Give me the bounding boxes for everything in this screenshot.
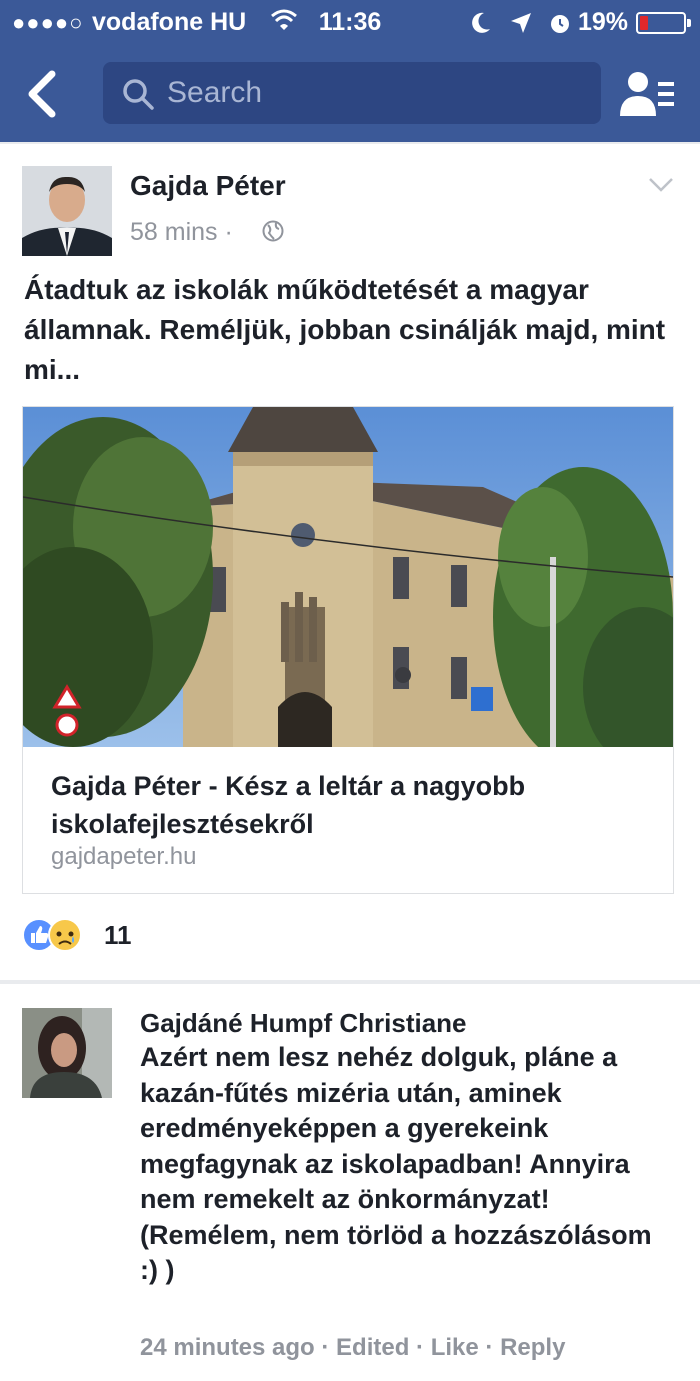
school-building-photo	[23, 407, 673, 747]
search-icon	[123, 79, 154, 110]
avatar[interactable]	[22, 1008, 112, 1098]
link-title[interactable]: Gajda Péter - Kész a leltár a nagyobb is…	[51, 767, 651, 843]
link-preview[interactable]: Gajda Péter - Kész a leltár a nagyobb is…	[22, 406, 674, 894]
battery-icon	[636, 12, 691, 34]
battery-percent: 19%	[578, 8, 629, 36]
like-button[interactable]: Like	[431, 1334, 479, 1361]
reaction-count: 11	[104, 920, 132, 950]
meta-separator: ·	[314, 1334, 337, 1361]
post-timestamp[interactable]: 58 mins ·	[130, 218, 233, 247]
meta-separator: ·	[478, 1334, 501, 1361]
commenter-photo	[22, 1008, 112, 1098]
edited-label[interactable]: Edited	[336, 1334, 409, 1361]
post-card: Gajda Péter 58 mins · Átadtuk az iskolák…	[0, 144, 700, 980]
battery-level	[640, 16, 648, 30]
status-bar: ●●●●○ vodafone HU 11:36 19%	[0, 0, 700, 46]
search-input[interactable]: Search	[103, 62, 601, 124]
nav-bar: Search	[0, 46, 700, 142]
comment-text: Azért nem lesz nehéz dolguk, pláne a kaz…	[140, 1042, 652, 1285]
sad-icon	[48, 918, 82, 952]
comment-author[interactable]: Gajdáné Humpf Christiane	[140, 1008, 467, 1039]
friend-requests-icon[interactable]	[620, 70, 676, 118]
comment-timestamp[interactable]: 24 minutes ago	[140, 1334, 315, 1361]
alarm-icon	[550, 15, 569, 34]
battery-tip	[687, 19, 691, 27]
link-domain: gajdapeter.hu	[51, 843, 197, 870]
link-image[interactable]	[23, 407, 673, 747]
comment-meta: 24 minutes ago · Edited · Like · Reply	[140, 1334, 565, 1362]
globe-icon	[262, 220, 284, 242]
post-author[interactable]: Gajda Péter	[130, 170, 286, 202]
back-chevron-icon[interactable]	[22, 68, 66, 120]
author-photo	[22, 166, 112, 256]
status-icons	[470, 8, 572, 37]
meta-separator: ·	[409, 1334, 431, 1361]
search-placeholder: Search	[167, 76, 263, 109]
location-arrow-icon	[510, 13, 531, 34]
avatar[interactable]	[22, 166, 112, 256]
moon-icon	[472, 13, 490, 34]
comment: Gajdáné Humpf Christiane Azért nem lesz …	[0, 984, 700, 1381]
post-text: Átadtuk az iskolák működtetését a magyar…	[24, 274, 666, 385]
chevron-down-icon[interactable]	[648, 176, 674, 194]
reply-button[interactable]: Reply	[500, 1334, 565, 1361]
